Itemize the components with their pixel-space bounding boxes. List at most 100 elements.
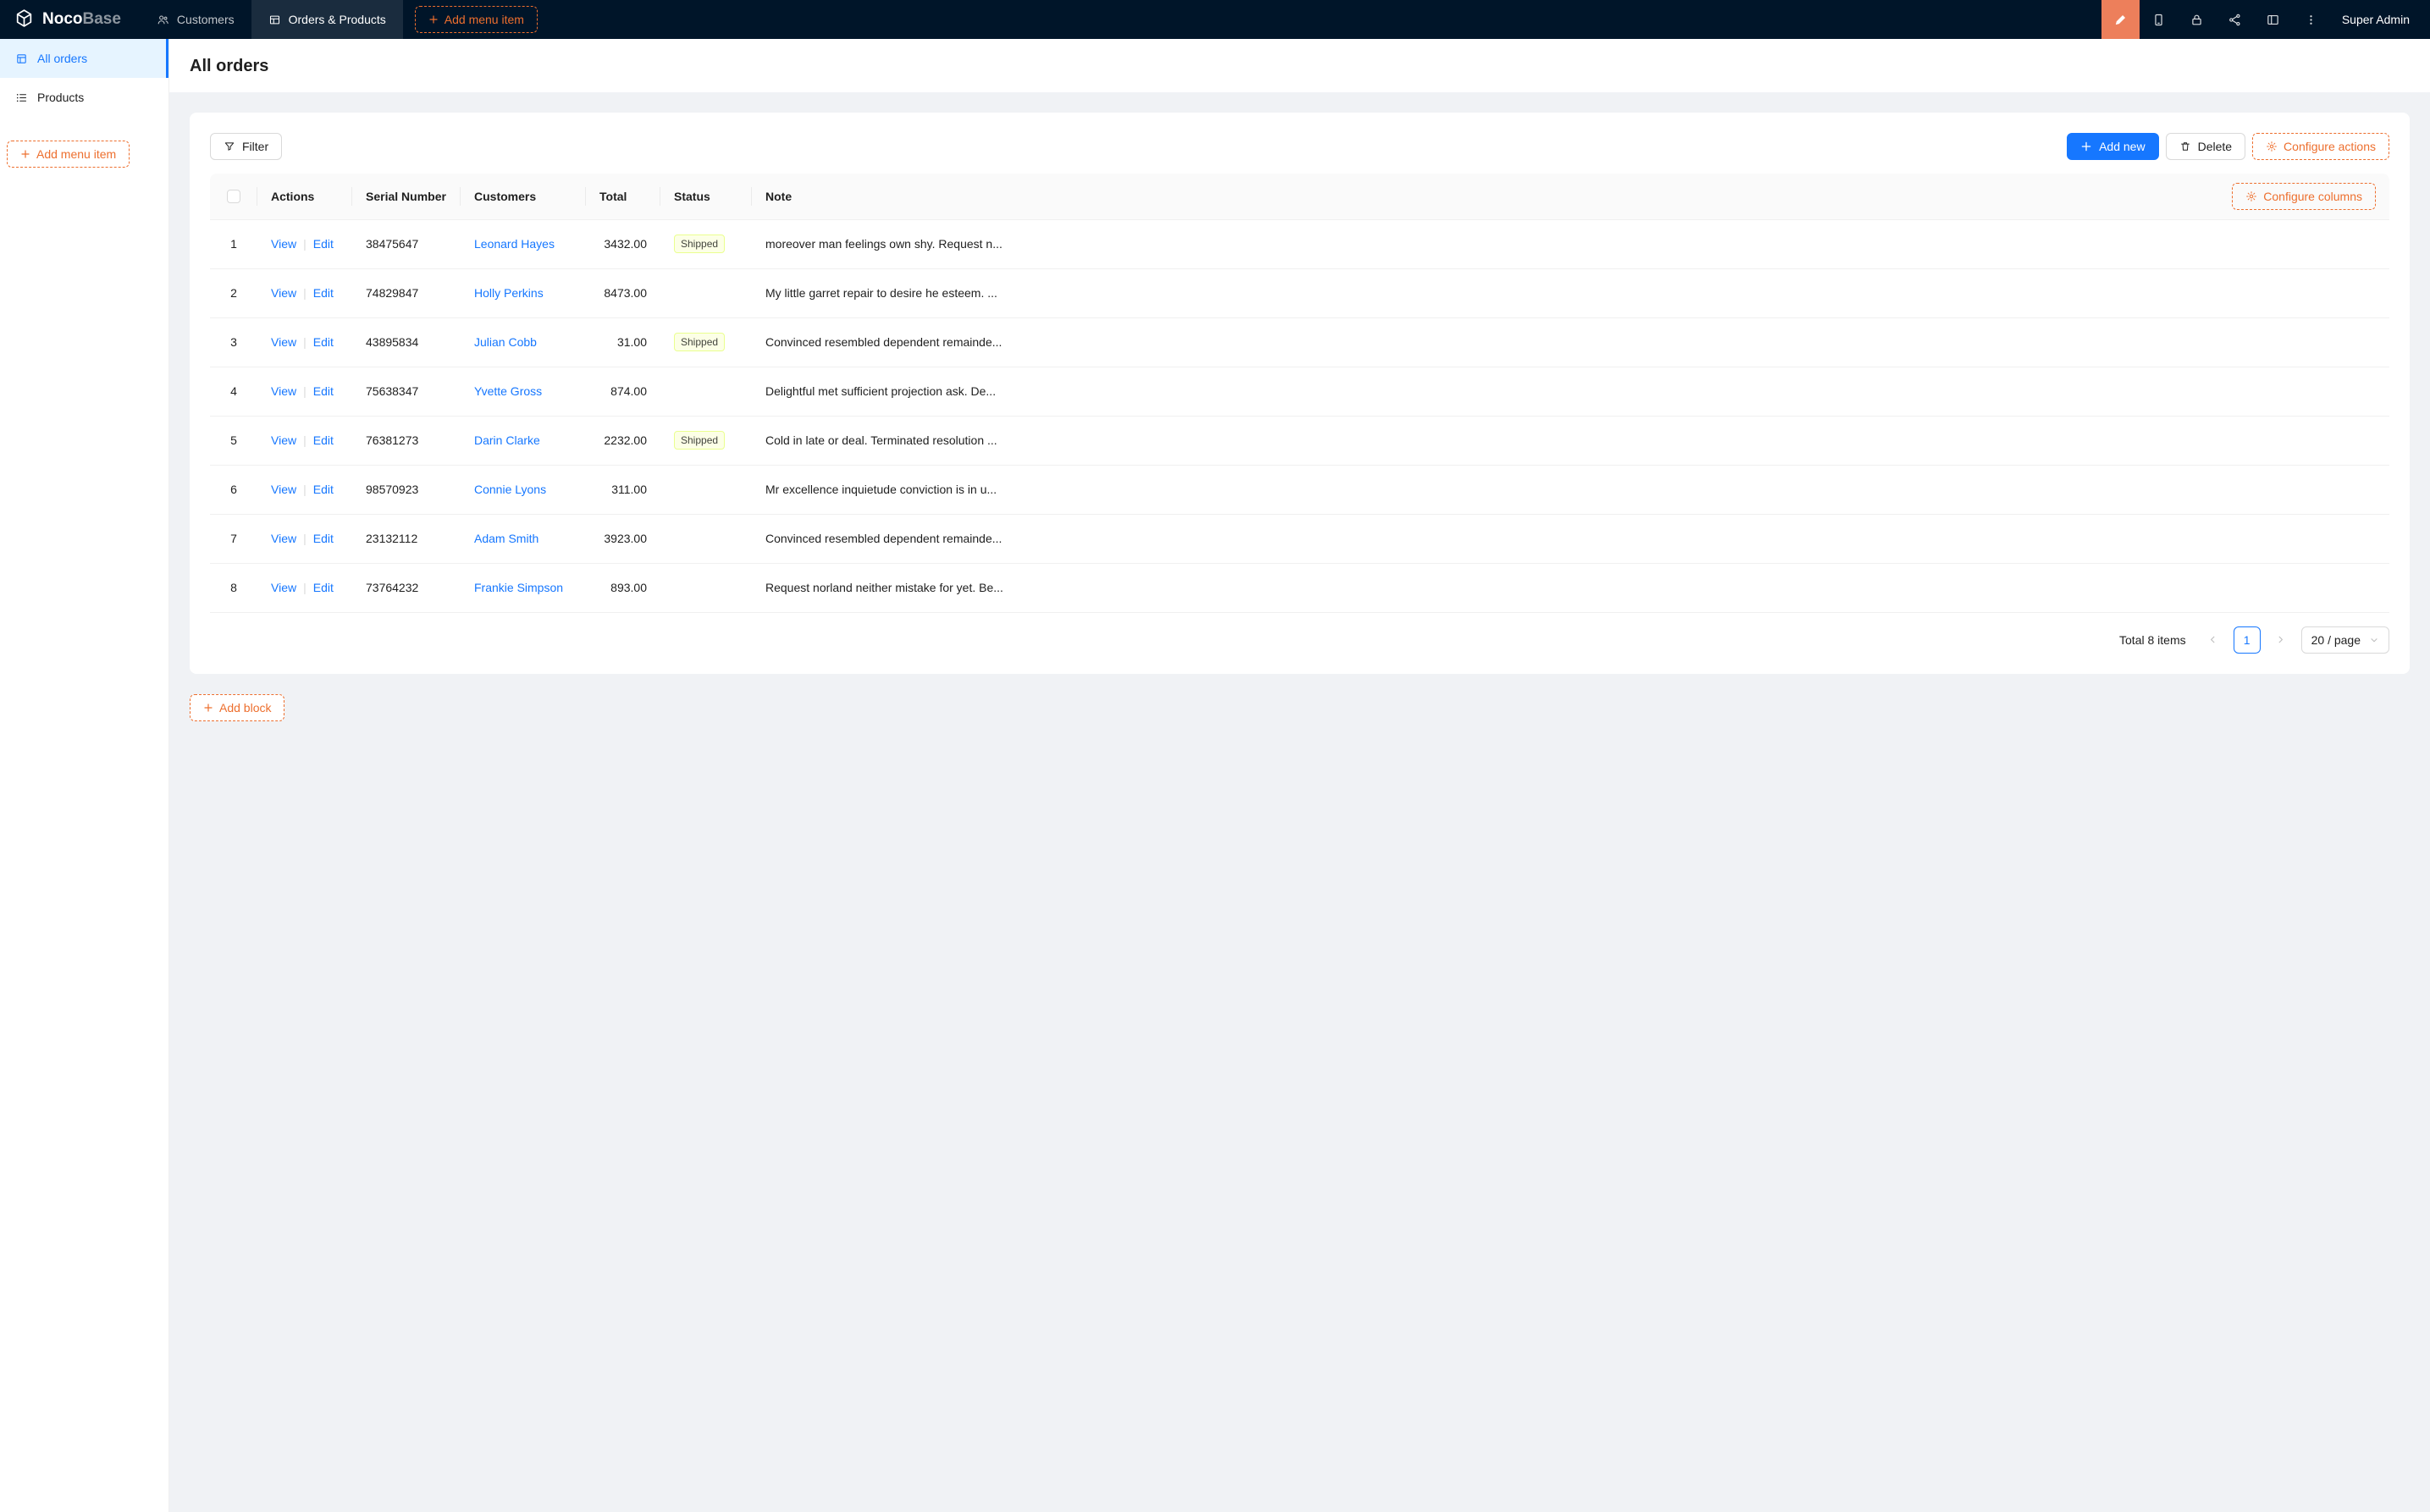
row-index: 6 <box>230 483 237 496</box>
customer-link[interactable]: Connie Lyons <box>474 483 546 496</box>
link-divider: | <box>303 433 307 447</box>
sidebar-add-menu-item-button[interactable]: Add menu item <box>7 141 130 168</box>
brand-name: NocoBase <box>42 10 121 29</box>
more-button[interactable] <box>2292 0 2330 39</box>
sidebar-item-label: Products <box>37 91 84 104</box>
user-menu[interactable]: Super Admin <box>2330 0 2430 39</box>
app-root: NocoBase Customers Orders & Products <box>0 0 2430 1512</box>
serial-number-cell: 98570923 <box>352 465 461 514</box>
total-cell: 874.00 <box>586 367 660 416</box>
layout-button[interactable] <box>2254 0 2292 39</box>
view-link[interactable]: View <box>271 532 296 545</box>
edit-link[interactable]: Edit <box>313 433 334 447</box>
delete-button[interactable]: Delete <box>2166 133 2245 160</box>
view-link[interactable]: View <box>271 384 296 398</box>
select-all-checkbox[interactable] <box>227 190 240 203</box>
sidebar-item-label: All orders <box>37 52 87 65</box>
plus-icon <box>203 703 213 713</box>
topnav-right: Super Admin <box>2101 0 2430 39</box>
sidebar: All orders Products Add menu item <box>0 39 169 1512</box>
customer-cell: Yvette Gross <box>461 367 586 416</box>
configure-columns-button[interactable]: Configure columns <box>2232 183 2376 210</box>
row-index-cell: 5 <box>210 416 257 465</box>
api-button[interactable] <box>2216 0 2254 39</box>
filter-button[interactable]: Filter <box>210 133 282 160</box>
table-body: 1 View|Edit 38475647 Leonard Hayes 3432.… <box>210 219 2389 612</box>
ui-editor-button[interactable] <box>2101 0 2140 39</box>
top-navbar: NocoBase Customers Orders & Products <box>0 0 2430 39</box>
add-new-button[interactable]: Add new <box>2067 133 2158 160</box>
lock-icon <box>2190 13 2204 27</box>
total-cell: 893.00 <box>586 563 660 612</box>
edit-link[interactable]: Edit <box>313 532 334 545</box>
sidebar-item-products[interactable]: Products <box>0 78 168 117</box>
edit-link[interactable]: Edit <box>313 384 334 398</box>
sidebar-item-all-orders[interactable]: All orders <box>0 39 168 78</box>
row-index-cell: 1 <box>210 219 257 268</box>
column-header-note: Note <box>752 174 2389 219</box>
top-menu-item-orders-products[interactable]: Orders & Products <box>251 0 403 39</box>
status-cell: Shipped <box>660 219 752 268</box>
main-area: All orders Filter Add new <box>169 39 2430 1512</box>
view-link[interactable]: View <box>271 433 296 447</box>
column-header-customers: Customers <box>461 174 586 219</box>
customer-cell: Holly Perkins <box>461 268 586 317</box>
toolbar: Filter Add new Delete <box>210 133 2389 160</box>
table-header: Actions Serial Number Customers Total St… <box>210 174 2389 219</box>
pagination-next-button[interactable] <box>2267 626 2295 654</box>
customer-link[interactable]: Darin Clarke <box>474 433 540 447</box>
mobile-icon <box>2151 13 2166 27</box>
chevron-down-icon <box>2369 635 2379 645</box>
row-index: 7 <box>230 532 237 545</box>
edit-link[interactable]: Edit <box>313 286 334 300</box>
customer-link[interactable]: Julian Cobb <box>474 335 537 349</box>
note-cell: My little garret repair to desire he est… <box>752 268 2389 317</box>
table-row: 7 View|Edit 23132112 Adam Smith 3923.00 … <box>210 514 2389 563</box>
top-menu-item-customers[interactable]: Customers <box>140 0 251 39</box>
nav-add-menu-item-button[interactable]: Add menu item <box>415 6 538 33</box>
configure-columns-label: Configure columns <box>2263 190 2362 203</box>
more-icon <box>2304 13 2318 27</box>
row-index: 8 <box>230 581 237 594</box>
actions-cell: View|Edit <box>257 317 352 367</box>
view-link[interactable]: View <box>271 483 296 496</box>
edit-link[interactable]: Edit <box>313 581 334 594</box>
customer-link[interactable]: Leonard Hayes <box>474 237 555 251</box>
lock-button[interactable] <box>2178 0 2216 39</box>
plus-icon <box>20 149 30 159</box>
row-index: 1 <box>230 237 237 251</box>
pagination-page-1-button[interactable]: 1 <box>2234 626 2261 654</box>
select-all-cell <box>210 174 257 219</box>
edit-link[interactable]: Edit <box>313 483 334 496</box>
customer-link[interactable]: Holly Perkins <box>474 286 544 300</box>
row-index: 5 <box>230 433 237 447</box>
edit-link[interactable]: Edit <box>313 237 334 251</box>
add-block-button[interactable]: Add block <box>190 694 284 721</box>
customer-link[interactable]: Adam Smith <box>474 532 538 545</box>
page-size-select[interactable]: 20 / page <box>2301 626 2389 654</box>
table-row: 2 View|Edit 74829847 Holly Perkins 8473.… <box>210 268 2389 317</box>
serial-number-cell: 74829847 <box>352 268 461 317</box>
chevron-right-icon <box>2275 634 2286 645</box>
view-link[interactable]: View <box>271 237 296 251</box>
link-divider: | <box>303 483 307 496</box>
view-link[interactable]: View <box>271 581 296 594</box>
note-cell: Convinced resembled dependent remainde..… <box>752 514 2389 563</box>
column-header-actions: Actions <box>257 174 352 219</box>
customer-link[interactable]: Frankie Simpson <box>474 581 563 594</box>
column-header-total: Total <box>586 174 660 219</box>
customer-cell: Connie Lyons <box>461 465 586 514</box>
status-badge: Shipped <box>674 431 725 450</box>
row-index: 2 <box>230 286 237 300</box>
user-name: Super Admin <box>2342 13 2410 26</box>
customer-link[interactable]: Yvette Gross <box>474 384 542 398</box>
total-cell: 31.00 <box>586 317 660 367</box>
view-link[interactable]: View <box>271 335 296 349</box>
configure-actions-button[interactable]: Configure actions <box>2252 133 2389 160</box>
pagination-prev-button[interactable] <box>2200 626 2227 654</box>
view-link[interactable]: View <box>271 286 296 300</box>
table-row: 5 View|Edit 76381273 Darin Clarke 2232.0… <box>210 416 2389 465</box>
mobile-button[interactable] <box>2140 0 2178 39</box>
link-divider: | <box>303 581 307 594</box>
edit-link[interactable]: Edit <box>313 335 334 349</box>
